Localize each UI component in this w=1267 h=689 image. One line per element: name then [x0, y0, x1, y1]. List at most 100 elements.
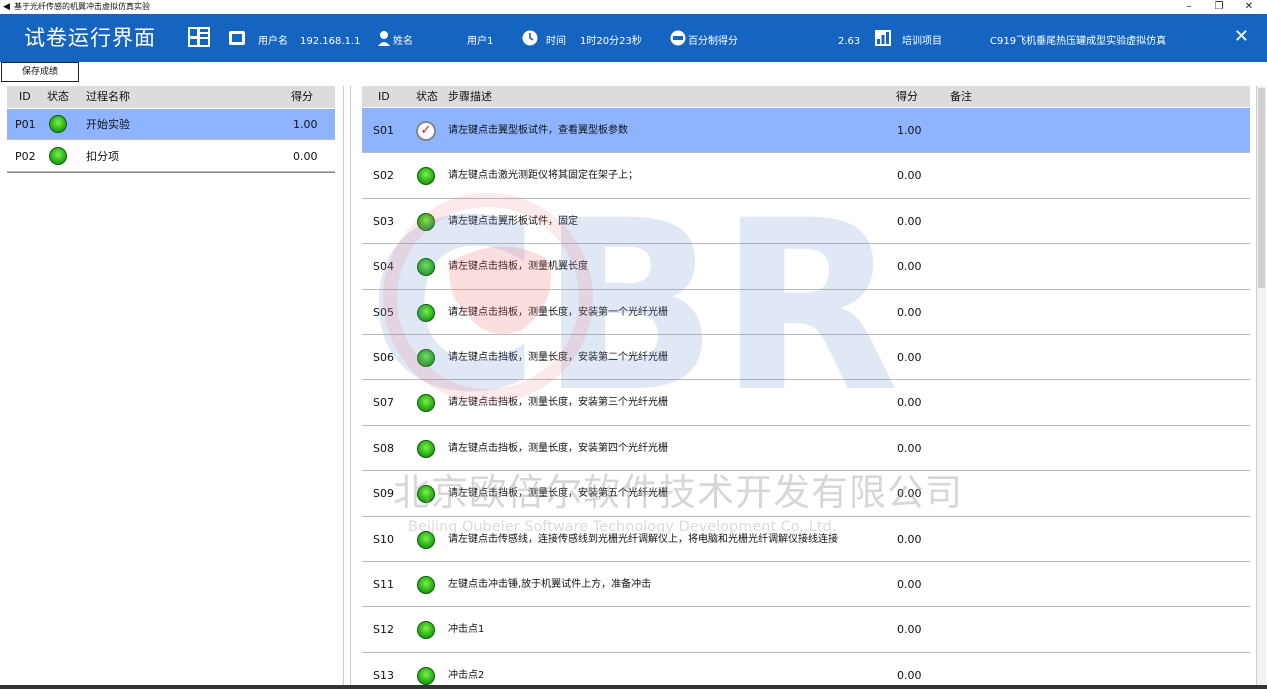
- step-desc: 请左键点击挡板，测量长度，安装第一个光纤光栅: [448, 306, 668, 318]
- col-score: 得分: [896, 90, 918, 103]
- status-green-icon: [417, 621, 435, 640]
- step-score: 0.00: [897, 623, 922, 637]
- step-desc: 请左键点击翼形板试件，固定: [448, 215, 578, 227]
- col-step-desc: 步骤描述: [448, 90, 492, 103]
- status-green-icon: [417, 439, 435, 458]
- window-close-button[interactable]: ✕: [1238, 0, 1260, 14]
- step-score: 0.00: [897, 169, 922, 183]
- vertical-scrollbar[interactable]: [1256, 86, 1266, 689]
- step-row[interactable]: S08 请左键点击挡板，测量长度，安装第四个光纤光栅 0.00: [362, 426, 1250, 472]
- project-value: C919飞机垂尾热压罐成型实验虚拟仿真: [990, 36, 1167, 47]
- step-score: 1.00: [897, 124, 922, 137]
- status-green-icon: [49, 115, 67, 133]
- step-desc: 请左键点击挡板，测量长度，安装第二个光纤光栅: [448, 352, 668, 363]
- step-score: 0.00: [897, 441, 922, 455]
- status-green-icon: [417, 666, 435, 685]
- col-status: 状态: [416, 90, 438, 103]
- step-id: S01: [373, 124, 394, 137]
- step-row[interactable]: S01 ✓ 请左键点击翼型板试件，查看翼型板参数 1.00: [362, 108, 1250, 154]
- step-score: 0.00: [897, 214, 922, 228]
- header-bar: 试卷运行界面 用户名 192.168.1.1 姓名 用户1 时间 1时20分23…: [0, 14, 1267, 62]
- col-id: ID: [19, 90, 31, 103]
- step-row[interactable]: S07 请左键点击挡板，测量长度，安装第三个光纤光栅 0.00: [362, 380, 1250, 426]
- step-row[interactable]: S11 左键点击冲击锤,放于机翼试件上方，准备冲击 0.00: [362, 562, 1250, 608]
- time-value: 1时20分23秒: [580, 36, 642, 47]
- status-green-icon: [417, 394, 435, 413]
- step-row[interactable]: S04 请左键点击挡板，测量机翼长度 0.00: [362, 244, 1250, 290]
- step-desc: 左键点击冲击锤,放于机翼试件上方，准备冲击: [448, 579, 652, 590]
- step-row[interactable]: S02 请左键点击激光测距仪将其固定在架子上； 0.00: [362, 153, 1250, 199]
- step-row[interactable]: S06 请左键点击挡板，测量长度，安装第二个光纤光栅 0.00: [362, 335, 1250, 381]
- user-value: 用户1: [467, 36, 494, 47]
- step-id: S05: [373, 305, 394, 319]
- step-desc: 请左键点击挡板，测量长度，安装第三个光纤光栅: [448, 397, 668, 409]
- ip-value: 192.168.1.1: [300, 36, 361, 47]
- step-row[interactable]: S09 请左键点击挡板，测量长度，安装第五个光纤光栅 0.00: [362, 471, 1250, 517]
- step-id: S03: [373, 214, 394, 228]
- process-score: 0.00: [293, 150, 318, 163]
- process-row[interactable]: P02 扣分项 0.00: [7, 141, 335, 172]
- window-title: 基于光纤传感的机翼冲击虚拟仿真实验: [14, 2, 150, 11]
- step-id: S02: [373, 169, 394, 183]
- step-score: 0.00: [897, 578, 922, 591]
- project-label: 培训项目: [902, 36, 942, 47]
- name-label: 姓名: [393, 36, 413, 47]
- step-desc: 请左键点击挡板，测量机翼长度: [448, 261, 588, 273]
- step-score: 0.00: [897, 305, 922, 319]
- col-note: 备注: [950, 90, 972, 103]
- project-icon: [875, 30, 891, 46]
- step-desc: 请左键点击激光测距仪将其固定在架子上；: [448, 170, 638, 182]
- col-score: 得分: [291, 90, 313, 103]
- restore-button[interactable]: ❐: [1208, 0, 1230, 14]
- step-table-header: ID 状态 步骤描述 得分 备注: [362, 86, 1250, 107]
- process-score: 1.00: [293, 118, 318, 131]
- step-row[interactable]: S13 冲击点2 0.00: [362, 653, 1250, 689]
- step-id: S04: [373, 260, 394, 274]
- step-id: S06: [373, 351, 394, 364]
- save-score-button[interactable]: 保存成绩: [1, 62, 79, 82]
- step-id: S09: [373, 487, 394, 501]
- table-divider: [7, 172, 335, 173]
- ip-icon: [229, 31, 245, 45]
- score-value: 2.63: [838, 36, 861, 47]
- process-row[interactable]: P01 开始实验 1.00: [7, 109, 335, 140]
- step-desc: 请左键点击挡板，测量长度，安装第五个光纤光栅: [448, 488, 668, 500]
- step-row[interactable]: S10 请左键点击传感线，连接传感线到光栅光纤调解仪上，将电脑和光栅光纤调解仪接线…: [362, 517, 1250, 562]
- step-row[interactable]: S03 请左键点击翼形板试件，固定 0.00: [362, 199, 1250, 245]
- status-green-icon: [417, 167, 435, 186]
- calculator-icon: [187, 26, 211, 48]
- app-icon: ◀: [3, 2, 10, 12]
- window-titlebar: ◀ 基于光纤传感的机翼冲击虚拟仿真实验 – ❐ ✕: [0, 0, 1267, 14]
- step-score: 0.00: [897, 351, 922, 364]
- process-id: P02: [15, 150, 36, 163]
- step-row[interactable]: S12 冲击点1 0.00: [362, 607, 1250, 653]
- process-name: 扣分项: [86, 150, 119, 163]
- minimize-button[interactable]: –: [1178, 0, 1200, 14]
- step-desc: 请左键点击翼型板试件，查看翼型板参数: [448, 125, 628, 136]
- status-check-icon: ✓: [416, 121, 436, 141]
- step-table: ID 状态 步骤描述 得分 备注 S01 ✓ 请左键点击翼型板试件，查看翼型板参数 1…: [362, 86, 1250, 689]
- close-button[interactable]: ✕: [1234, 27, 1249, 47]
- step-row[interactable]: S05 请左键点击挡板，测量长度，安装第一个光纤光栅 0.00: [362, 290, 1250, 335]
- status-green-icon: [417, 485, 435, 504]
- process-id: P01: [15, 118, 36, 131]
- percent-score-icon: [670, 30, 686, 46]
- status-green-icon: [417, 530, 435, 549]
- process-name: 开始实验: [86, 118, 130, 131]
- ip-label: 用户名: [258, 36, 288, 47]
- col-status: 状态: [47, 90, 69, 103]
- step-desc: 冲击点2: [448, 669, 485, 681]
- scrollbar-thumb[interactable]: [1258, 88, 1265, 288]
- step-score: 0.00: [897, 487, 922, 501]
- status-green-icon: [417, 349, 435, 367]
- status-green-icon: [417, 212, 435, 231]
- score-label: 百分制得分: [688, 36, 738, 47]
- step-id: S08: [373, 441, 394, 455]
- user-icon: [377, 30, 391, 46]
- step-id: S12: [373, 623, 394, 637]
- step-score: 0.00: [897, 260, 922, 274]
- panel-splitter[interactable]: [343, 86, 351, 689]
- process-table-header: ID 状态 过程名称 得分: [7, 86, 335, 108]
- page-title: 试卷运行界面: [24, 26, 156, 50]
- status-green-icon: [417, 258, 435, 277]
